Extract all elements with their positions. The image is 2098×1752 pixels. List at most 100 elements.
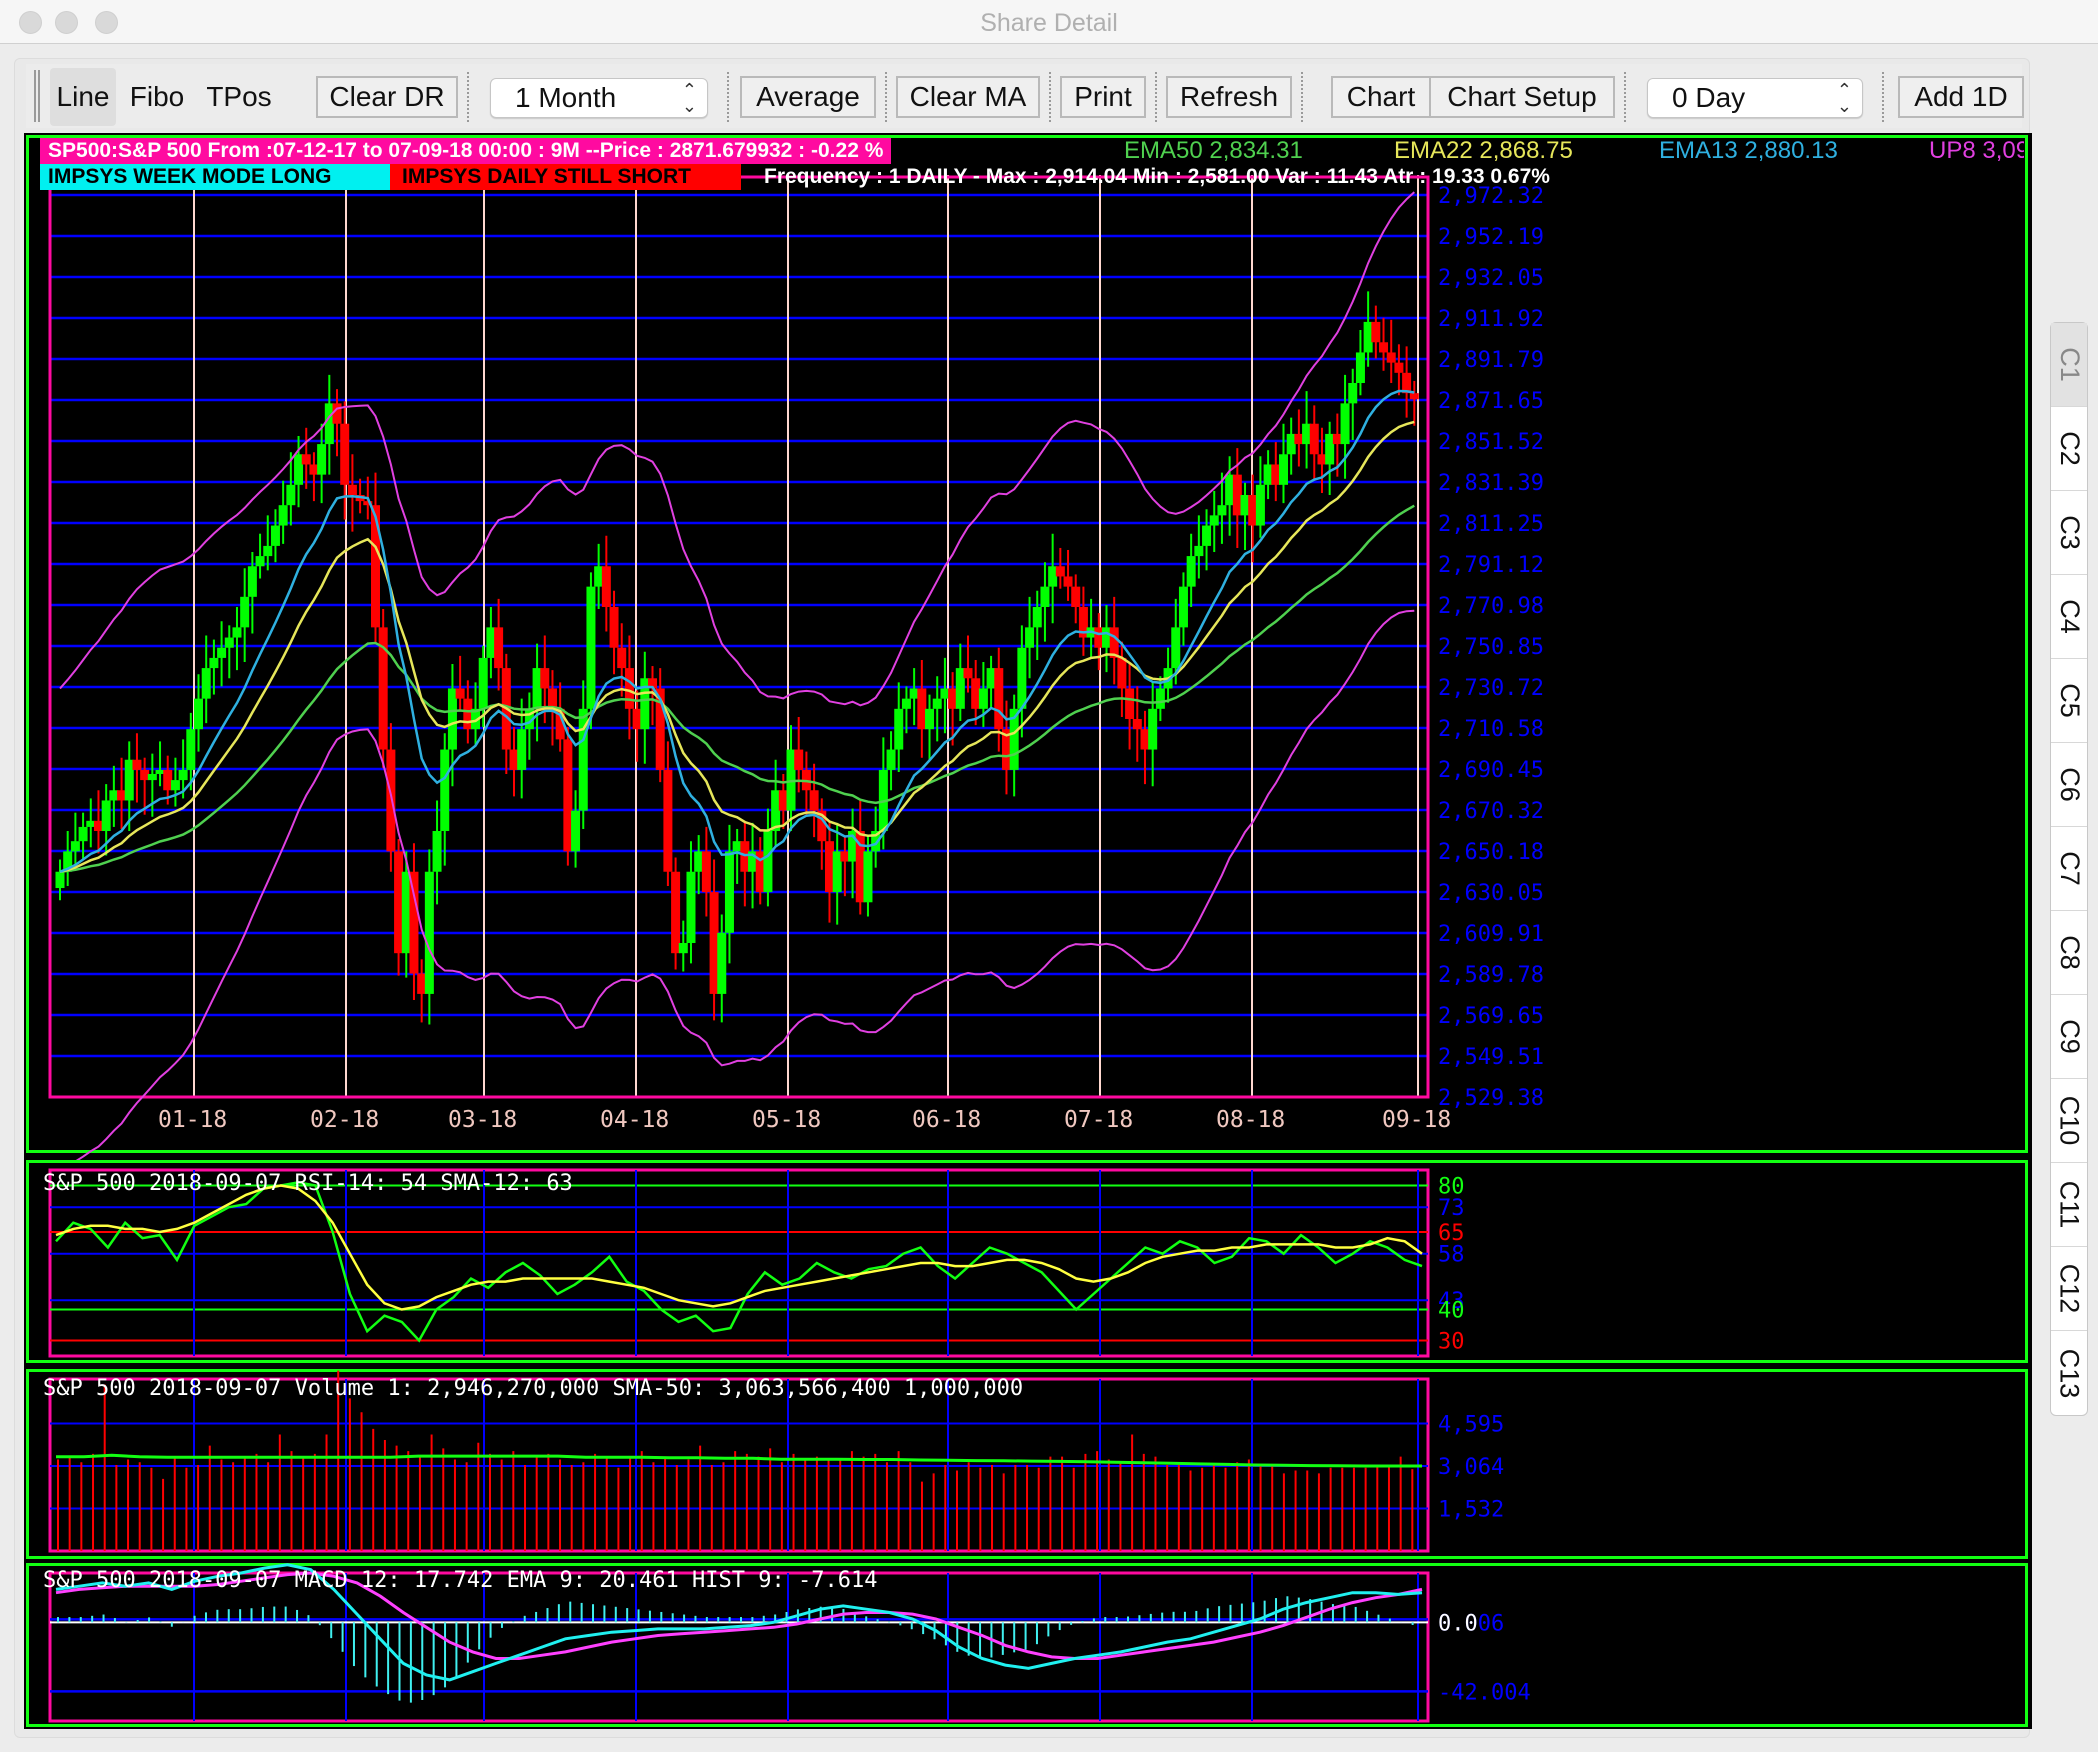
candle [1032, 590, 1042, 660]
candle-body [563, 739, 573, 852]
refresh-button[interactable]: Refresh [1166, 76, 1292, 118]
candle [848, 808, 858, 899]
candle-body [1140, 729, 1150, 750]
price-y-tick-label: 2,851.52 [1438, 430, 1544, 455]
candle-body [824, 841, 834, 893]
price-y-tick-label: 2,911.92 [1438, 307, 1544, 332]
side-tab-c10[interactable]: C10 [2051, 1079, 2087, 1163]
candle [609, 590, 619, 675]
side-tab-c4[interactable]: C4 [2051, 575, 2087, 659]
price-chart-canvas[interactable]: 2,972.322,952.192,932.052,911.922,891.79… [26, 135, 2028, 1168]
candle-body [617, 647, 627, 669]
macd-panel[interactable]: 0.006 0.0 -42.004 S&P 500 2018-09-07 MACD … [26, 1563, 2028, 1727]
candle [894, 682, 904, 772]
candle-body [1302, 423, 1312, 445]
clear-dr-button[interactable]: Clear DR [316, 76, 458, 118]
title-bar: Share Detail [0, 0, 2098, 44]
clear-ma-button[interactable]: Clear MA [896, 76, 1040, 118]
candle-body [317, 444, 327, 475]
tpos-button[interactable]: TPos [200, 76, 278, 118]
side-tab-label: C2 [2054, 431, 2085, 466]
add-1d-button[interactable]: Add 1D [1898, 76, 2024, 118]
day-select[interactable]: 0 Day ⌃ ⌄ [1647, 78, 1863, 118]
price-y-tick-label: 2,891.79 [1438, 348, 1544, 373]
window-title: Share Detail [980, 9, 1118, 37]
candle-body [1148, 708, 1158, 750]
side-tab-c12[interactable]: C12 [2051, 1247, 2087, 1331]
line-button[interactable]: Line [50, 68, 116, 126]
candle-body [994, 668, 1004, 730]
period-select[interactable]: 1 Month ⌃ ⌄ [490, 78, 708, 118]
toolbar-separator [885, 72, 887, 122]
toolbar-separator [1301, 72, 1303, 122]
fibo-button[interactable]: Fibo [118, 76, 196, 118]
price-x-tick-label: 01-18 [158, 1107, 227, 1133]
candle [170, 757, 180, 807]
toolbar-separator [1624, 72, 1626, 122]
candle-body [1055, 566, 1065, 577]
candle [278, 480, 288, 544]
candle-body [1178, 586, 1188, 628]
rsi-panel[interactable]: 80 73 65 58 43 40 30 S&P 500 2018-09-07 RSI-14… [26, 1160, 2028, 1363]
average-button[interactable]: Average [740, 76, 876, 118]
side-tabs: C1 C2 C3 C4 C5 C6 C7 C8 C9 C10 C11 C12 C13 [2050, 322, 2088, 1416]
candle [1071, 574, 1081, 624]
chart-button[interactable]: Chart [1331, 76, 1431, 118]
candle [578, 680, 588, 829]
side-tab-c8[interactable]: C8 [2051, 911, 2087, 995]
candle [832, 822, 842, 925]
candle-body [1017, 647, 1027, 709]
candle [701, 826, 711, 917]
candle-body [1040, 586, 1050, 608]
candle [240, 568, 250, 662]
candle-body [832, 851, 842, 893]
price-panel[interactable]: 2,972.32 2,952.19 2,932.05 2,911.92 2,891.79… [26, 135, 2028, 1168]
candle-body [1217, 505, 1227, 516]
price-y-tick-label: 2,770.98 [1438, 594, 1544, 619]
frequency-stats: Frequency : 1 DAILY - Max : 2,914.04 Min… [764, 165, 1550, 188]
side-tab-c6[interactable]: C6 [2051, 743, 2087, 827]
price-y-tick-label: 2,609.91 [1438, 922, 1544, 947]
side-tab-c11[interactable]: C11 [2051, 1163, 2087, 1247]
candle [901, 686, 911, 734]
candle-body [1048, 566, 1058, 587]
candle [594, 543, 604, 610]
candle [340, 401, 350, 520]
price-y-tick-label: 2,811.25 [1438, 512, 1544, 537]
side-tab-c7[interactable]: C7 [2051, 827, 2087, 911]
side-tab-c2[interactable]: C2 [2051, 407, 2087, 491]
side-tab-label: C13 [2054, 1348, 2085, 1398]
candle-body [263, 545, 273, 557]
candle [486, 607, 496, 679]
toolbar: Line Fibo TPos Clear DR 1 Month ⌃ ⌄ Avera… [26, 64, 2024, 128]
side-tab-label: C6 [2054, 767, 2085, 802]
side-tab-c1[interactable]: C1 [2051, 323, 2087, 407]
toolbar-grip-handle[interactable] [34, 70, 40, 122]
candle [1140, 710, 1150, 785]
rsi-line [55, 1181, 1423, 1343]
side-tab-label: C12 [2054, 1263, 2085, 1314]
print-button[interactable]: Print [1060, 76, 1146, 118]
candle-body [1278, 454, 1288, 485]
side-tab-c5[interactable]: C5 [2051, 659, 2087, 743]
side-tab-label: C9 [2054, 1019, 2085, 1054]
candle-body [894, 708, 904, 750]
candle [686, 841, 696, 964]
candle [1209, 490, 1219, 553]
volume-panel[interactable]: 4,595 3,064 1,532 S&P 500 2018-09-07 Volum… [26, 1369, 2028, 1559]
volume-y-tick-label: 4,595 [1438, 1413, 1504, 1438]
candle-body [840, 851, 850, 862]
candle [378, 609, 388, 768]
side-tab-c9[interactable]: C9 [2051, 995, 2087, 1079]
side-tab-c3[interactable]: C3 [2051, 491, 2087, 575]
candle-body [724, 851, 734, 933]
candle [1255, 456, 1265, 538]
candle-body [701, 851, 711, 893]
side-tab-c13[interactable]: C13 [2051, 1331, 2087, 1415]
candle [394, 839, 404, 976]
candle-body [170, 780, 180, 791]
chart-setup-button[interactable]: Chart Setup [1429, 76, 1615, 118]
candle-body [571, 810, 581, 852]
candle-body [1348, 382, 1358, 404]
candle-body [948, 688, 958, 709]
